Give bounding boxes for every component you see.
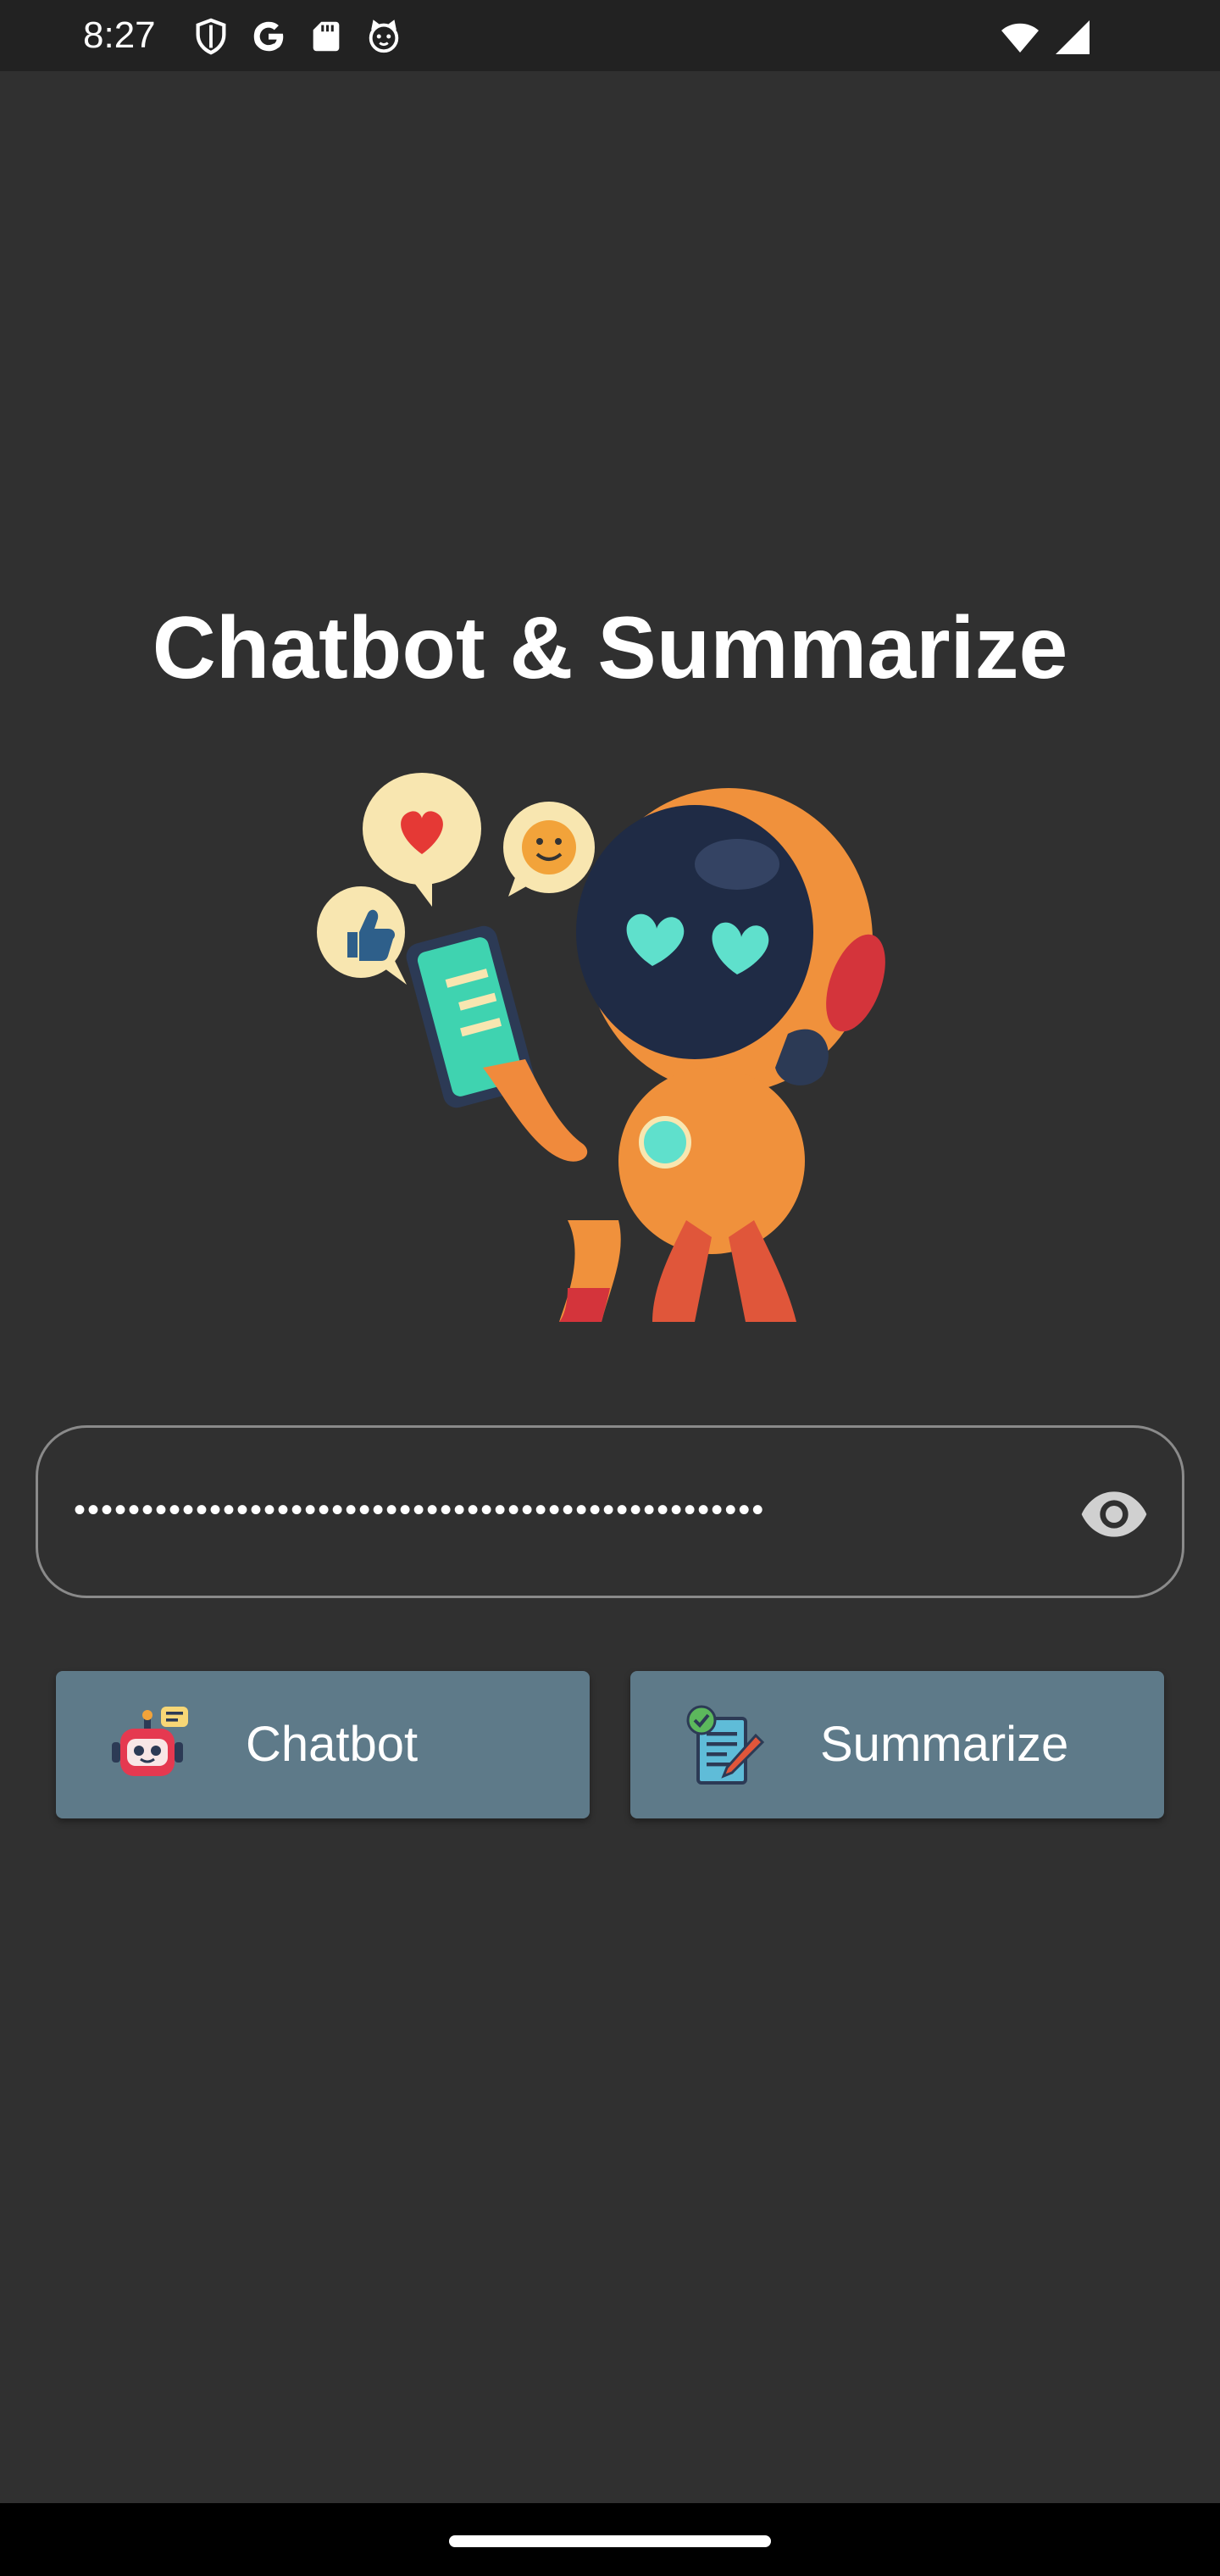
robot-head-icon bbox=[576, 788, 885, 1093]
api-key-field[interactable]: ••••••••••••••••••••••••••••••••••••••••… bbox=[36, 1425, 1184, 1598]
heart-bubble-icon bbox=[363, 773, 481, 907]
navigation-bar bbox=[0, 2503, 1220, 2576]
summarize-button[interactable]: Summarize bbox=[630, 1671, 1164, 1818]
home-gesture-handle[interactable] bbox=[449, 2535, 771, 2547]
page-title: Chatbot & Summarize bbox=[152, 599, 1068, 697]
robot-chat-icon bbox=[107, 1705, 191, 1786]
google-icon bbox=[249, 17, 288, 56]
signal-icon bbox=[1052, 17, 1093, 58]
wifi-icon bbox=[1000, 17, 1040, 58]
eye-icon[interactable] bbox=[1080, 1489, 1148, 1540]
smiley-bubble-icon bbox=[503, 802, 595, 897]
shield-icon bbox=[191, 17, 230, 56]
robot-body-icon bbox=[559, 1068, 805, 1322]
status-icons-left bbox=[191, 17, 403, 56]
document-edit-icon bbox=[681, 1705, 766, 1786]
sd-card-icon bbox=[307, 17, 346, 56]
chatbot-button[interactable]: Chatbot bbox=[56, 1671, 590, 1818]
status-icons-right bbox=[1000, 17, 1093, 58]
robot-illustration bbox=[313, 763, 907, 1330]
summarize-button-label: Summarize bbox=[820, 1717, 1069, 1772]
chatbot-button-label: Chatbot bbox=[246, 1717, 419, 1772]
api-key-input[interactable]: ••••••••••••••••••••••••••••••••••••••••… bbox=[74, 1480, 1073, 1540]
cat-icon bbox=[364, 17, 403, 56]
thumbs-up-bubble-icon bbox=[317, 886, 407, 985]
status-bar: 8:27 bbox=[0, 0, 1220, 71]
status-time: 8:27 bbox=[83, 14, 156, 56]
